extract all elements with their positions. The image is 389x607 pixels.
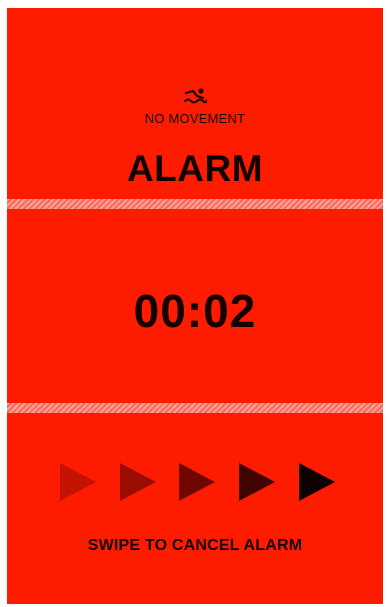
play-arrow-icon [60,463,96,501]
alarm-title: ALARM [126,148,264,189]
play-arrow-icon [299,463,335,501]
swimmer-icon [184,88,207,104]
play-arrow-icon [239,463,275,501]
alarm-screen: NO MOVEMENT ALARM 00:02 SWIPE TO CANCEL … [7,8,383,604]
swipe-to-cancel-slider[interactable]: SWIPE TO CANCEL ALARM [7,413,383,604]
divider-stripe-top [7,199,383,209]
status-label: NO MOVEMENT [144,111,246,126]
divider-stripe-bottom [7,403,383,413]
play-arrow-icon [179,463,215,501]
alarm-timer: 00:02 [133,285,257,337]
swipe-to-cancel-label: SWIPE TO CANCEL ALARM [87,537,303,554]
alarm-header: NO MOVEMENT ALARM [7,8,383,198]
play-arrow-icon [120,463,156,501]
